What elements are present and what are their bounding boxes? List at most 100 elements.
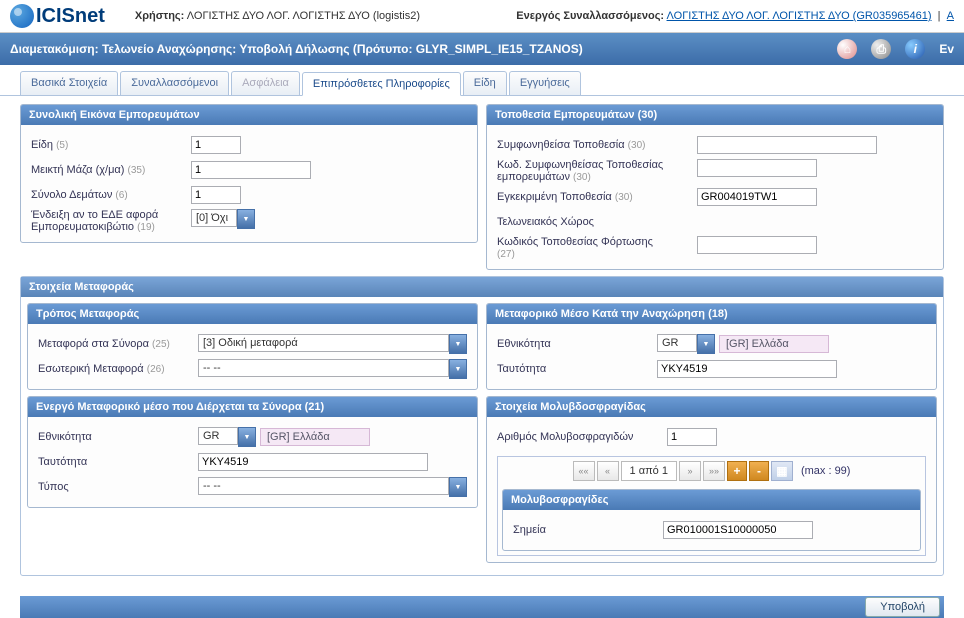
act-type-label: Τύπος: [38, 481, 69, 493]
user-value: ΛΟΓΙΣΤΗΣ ΔΥΟ ΛΟΓ. ΛΟΓΙΣΤΗΣ ΔΥΟ (logistis…: [187, 10, 420, 22]
inland-label: Εσωτερική Μεταφορά: [38, 363, 144, 375]
transport-mode-title: Τρόπος Μεταφοράς: [28, 304, 477, 324]
dep-nat-value[interactable]: GR: [657, 334, 697, 352]
seals-count-label: Αριθμός Μολυβοσφραγιδών: [497, 431, 633, 443]
loc-code-label1: Κωδ. Συμφωνηθείσας Τοποθεσίας: [497, 159, 663, 171]
departure-means-panel: Μεταφορικό Μέσο Κατά την Αναχώρηση (18) …: [486, 303, 937, 390]
page-toolbar: Διαμετακόμιση: Τελωνείο Αναχώρησης: Υποβ…: [0, 33, 964, 65]
pager-first-btn[interactable]: ««: [573, 461, 595, 481]
agreed-input[interactable]: [697, 136, 877, 154]
location-panel: Τοποθεσία Εμπορευμάτων (30) Συμφωνηθείσα…: [486, 104, 944, 270]
page-title: Διαμετακόμιση: Τελωνείο Αναχώρησης: Υποβ…: [10, 42, 583, 56]
active-label: Ενεργός Συναλλασσόμενος:: [516, 10, 664, 22]
user-label: Χρήστης:: [135, 10, 184, 22]
approved-hint: (30): [615, 192, 633, 203]
user-info: Χρήστης: ΛΟΓΙΣΤΗΣ ΔΥΟ ΛΟΓ. ΛΟΓΙΣΤΗΣ ΔΥΟ …: [135, 10, 420, 22]
seals-pager: «« « 1 από 1 » »» + - ▦ (max : 99): [498, 457, 925, 485]
seals-list-panel: «« « 1 από 1 » »» + - ▦ (max : 99): [497, 456, 926, 556]
tab-items[interactable]: Είδη: [463, 71, 507, 95]
dep-nat-btn[interactable]: [697, 334, 715, 354]
location-title: Τοποθεσία Εμπορευμάτων (30): [487, 105, 943, 125]
agreed-hint: (30): [628, 140, 646, 151]
tab-basic[interactable]: Βασικά Στοιχεία: [20, 71, 118, 95]
pager-info: 1 από 1: [621, 461, 677, 481]
active-means-panel: Ενεργό Μεταφορικό μέσο που Διέρχεται τα …: [27, 396, 478, 508]
logo-text: ICISnet: [36, 5, 105, 28]
container-label2: Εμπορευματοκιβώτιο: [31, 221, 134, 233]
active-means-title: Ενεργό Μεταφορικό μέσο που Διέρχεται τα …: [28, 397, 477, 417]
loading-hint: (27): [497, 249, 515, 260]
pager-prev-btn[interactable]: «: [597, 461, 619, 481]
goods-summary-title: Συνολική Εικόνα Εμπορευμάτων: [21, 105, 477, 125]
tab-guarantees[interactable]: Εγγυήσεις: [509, 71, 581, 95]
transport-panel: Στοιχεία Μεταφοράς Τρόπος Μεταφοράς Μετα…: [20, 276, 944, 576]
active-party: Ενεργός Συναλλασσόμενος: ΛΟΓΙΣΤΗΣ ΔΥΟ ΛΟ…: [516, 10, 954, 22]
transport-mode-panel: Τρόπος Μεταφοράς Μεταφορά στα Σύνορα (25…: [27, 303, 478, 390]
act-nat-btn[interactable]: [238, 427, 256, 447]
border-label: Μεταφορά στα Σύνορα: [38, 338, 149, 350]
items-label: Είδη: [31, 139, 53, 151]
submit-button[interactable]: Υποβολή: [865, 597, 940, 617]
agreed-label: Συμφωνηθείσα Τοποθεσία: [497, 139, 625, 151]
border-select-value[interactable]: [3] Οδική μεταφορά: [198, 334, 449, 352]
tab-security[interactable]: Ασφάλεια: [231, 71, 300, 95]
container-hint: (19): [137, 222, 155, 233]
goods-summary-panel: Συνολική Εικόνα Εμπορευμάτων Είδη (5) Με…: [20, 104, 478, 243]
inland-hint: (26): [147, 364, 165, 375]
seals-title: Στοιχεία Μολυβδοσφραγίδας: [487, 397, 936, 417]
approved-input[interactable]: [697, 188, 817, 206]
dep-nat-label: Εθνικότητα: [497, 338, 551, 350]
border-select-btn[interactable]: [449, 334, 467, 354]
pager-del-btn[interactable]: -: [749, 461, 769, 481]
pager-next-btn[interactable]: »: [679, 461, 701, 481]
act-type-value[interactable]: -- --: [198, 477, 449, 495]
tab-additional[interactable]: Επιπρόσθετες Πληροφορίες: [302, 72, 461, 96]
footer-bar: Υποβολή: [20, 596, 944, 618]
app-header: ICISnet Χρήστης: ΛΟΓΙΣΤΗΣ ΔΥΟ ΛΟΓ. ΛΟΓΙΣ…: [0, 0, 964, 33]
home-icon[interactable]: ⌂: [837, 39, 857, 59]
info-icon[interactable]: i: [905, 39, 925, 59]
tab-traders[interactable]: Συναλλασσόμενοι: [120, 71, 229, 95]
tab-bar: Βασικά Στοιχεία Συναλλασσόμενοι Ασφάλεια…: [0, 65, 964, 96]
pager-last-btn[interactable]: »»: [703, 461, 725, 481]
mass-hint: (35): [128, 165, 146, 176]
seal-mark-input[interactable]: [663, 521, 813, 539]
act-nat-value[interactable]: GR: [198, 427, 238, 445]
dep-id-input[interactable]: [657, 360, 837, 378]
pager-add-btn[interactable]: +: [727, 461, 747, 481]
pager-max: (max : 99): [801, 465, 851, 477]
print-icon[interactable]: ⎙: [871, 39, 891, 59]
act-nat-display: [GR] Ελλάδα: [260, 428, 370, 446]
toolbar-ev[interactable]: Ev: [939, 42, 954, 56]
loading-label: Κωδικός Τοποθεσίας Φόρτωσης: [497, 236, 653, 248]
seals-panel: Στοιχεία Μολυβδοσφραγίδας Αριθμός Μολυβο…: [486, 396, 937, 563]
app-logo: ICISnet: [10, 4, 105, 28]
packages-input[interactable]: [191, 186, 241, 204]
mass-input[interactable]: [191, 161, 311, 179]
seals-count-input[interactable]: [667, 428, 717, 446]
departure-means-title: Μεταφορικό Μέσο Κατά την Αναχώρηση (18): [487, 304, 936, 324]
container-select-value[interactable]: [0] Όχι: [191, 209, 237, 227]
pager-grid-btn[interactable]: ▦: [771, 461, 793, 481]
act-nat-label: Εθνικότητα: [38, 431, 92, 443]
loc-code-input[interactable]: [697, 159, 817, 177]
packages-hint: (6): [115, 190, 127, 201]
header-link-a[interactable]: A: [947, 10, 954, 22]
loc-code-label2: εμπορευμάτων: [497, 171, 570, 183]
dep-id-label: Ταυτότητα: [497, 363, 546, 375]
inland-select-btn[interactable]: [449, 359, 467, 379]
seals-sub-title: Μολυβοσφραγίδες: [503, 490, 920, 510]
inland-select-value[interactable]: -- --: [198, 359, 449, 377]
container-select-btn[interactable]: [237, 209, 255, 229]
items-input[interactable]: [191, 136, 241, 154]
customs-area-label: Τελωνειακός Χώρος: [497, 216, 594, 228]
container-label1: Ένδειξη αν το ΕΔΕ αφορά: [31, 209, 158, 221]
act-id-input[interactable]: [198, 453, 428, 471]
active-value-link[interactable]: ΛΟΓΙΣΤΗΣ ΔΥΟ ΛΟΓ. ΛΟΓΙΣΤΗΣ ΔΥΟ (GR035965…: [667, 10, 932, 22]
seal-mark-label: Σημεία: [513, 524, 546, 536]
items-hint: (5): [56, 140, 68, 151]
loading-input[interactable]: [697, 236, 817, 254]
act-type-btn[interactable]: [449, 477, 467, 497]
loc-code-hint: (30): [573, 172, 591, 183]
act-id-label: Ταυτότητα: [38, 456, 87, 468]
